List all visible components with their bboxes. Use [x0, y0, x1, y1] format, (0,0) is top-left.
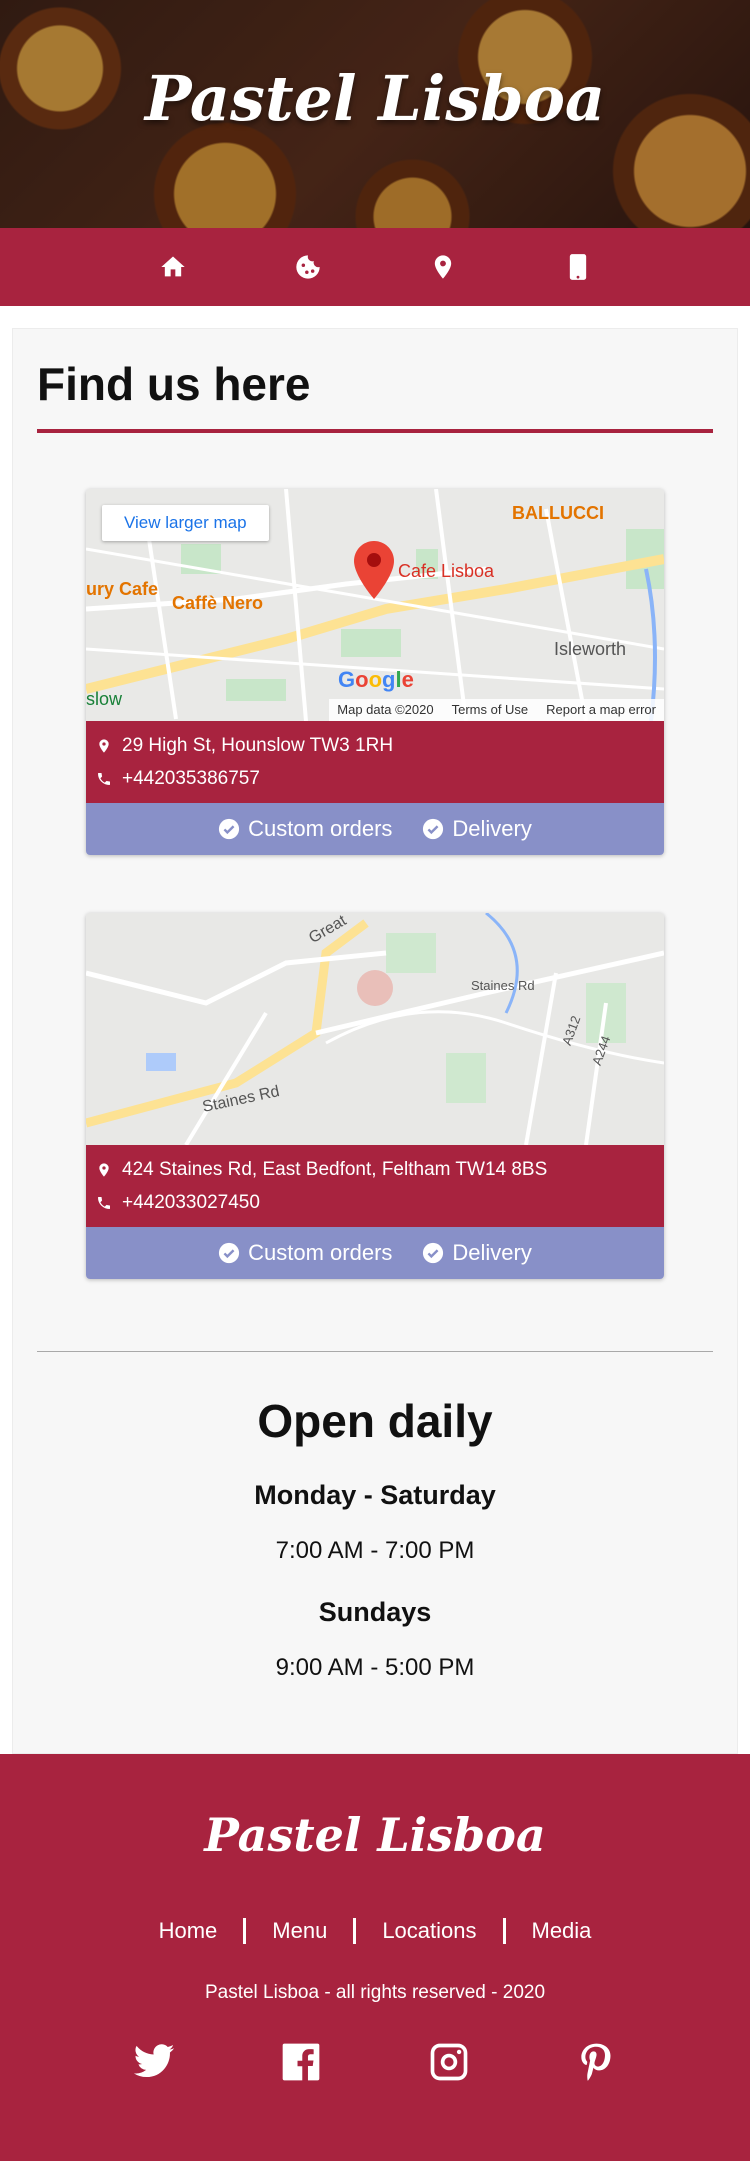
phone-icon [98, 1196, 110, 1209]
check-circle-icon [423, 1242, 444, 1264]
phone-line: +442033027450 [96, 1186, 654, 1219]
address-line: 29 High St, Hounslow TW3 1RH [96, 729, 654, 762]
hours-weekday-time: 7:00 AM - 7:00 PM [275, 1537, 475, 1564]
feature-label: Delivery [452, 816, 532, 841]
feature-label: Custom orders [248, 816, 393, 841]
check-circle-icon [219, 1242, 240, 1264]
map-road-label: Staines Rd [471, 978, 535, 993]
map-place-label: BALLUCCI [512, 503, 604, 523]
footer-link-home[interactable]: Home [133, 1918, 244, 1944]
map-place-label: Isleworth [554, 639, 627, 659]
twitter-icon[interactable] [132, 2040, 176, 2084]
feature-delivery: Delivery [422, 1240, 532, 1266]
address-text: 29 High St, Hounslow TW3 1RH [122, 734, 394, 756]
footer-link-media[interactable]: Media [506, 1918, 618, 1944]
location-pin-icon [99, 738, 109, 753]
main-nav [0, 228, 750, 306]
feature-label: Delivery [452, 1240, 532, 1265]
check-circle-icon [219, 818, 240, 840]
map-place-label: Caffè Nero [172, 593, 264, 613]
page-title: Find us here [37, 358, 311, 410]
hours-weekday-label: Monday - Saturday [254, 1480, 496, 1510]
report-map-error-link[interactable]: Report a map error [546, 702, 656, 718]
feature-custom-orders: Custom orders [218, 1240, 392, 1266]
instagram-icon[interactable] [427, 2040, 471, 2084]
social-links [0, 2040, 750, 2084]
pinterest-icon[interactable] [574, 2040, 618, 2084]
address-text: 424 Staines Rd, East Bedfont, Feltham TW… [122, 1158, 548, 1180]
map-embed[interactable]: View larger map BALLUCCI Caffè Nero ury … [86, 489, 664, 721]
terms-of-use-link[interactable]: Terms of Use [452, 702, 529, 718]
phone-line: +442035386757 [96, 762, 654, 795]
map-marker-icon [354, 541, 394, 599]
hours-title: Open daily [257, 1395, 493, 1447]
title-divider [37, 429, 713, 433]
features-bar: Custom orders Delivery [86, 803, 664, 855]
feature-delivery: Delivery [422, 816, 532, 842]
hours-sunday-label: Sundays [318, 1597, 432, 1627]
footer-link-menu[interactable]: Menu [246, 1918, 353, 1944]
phone-link[interactable]: +442035386757 [122, 768, 260, 790]
map-place-label: ury Cafe [86, 579, 159, 599]
copyright-text: Pastel Lisboa - all rights reserved - 20… [204, 1982, 546, 2003]
home-icon[interactable] [158, 252, 188, 282]
map-data-label: Map data ©2020 [337, 702, 434, 717]
main-content: Find us here View larger map BALLUCCI Ca… [12, 328, 738, 1754]
facebook-icon[interactable] [279, 2040, 323, 2084]
map-marker-label: Cafe Lisboa [398, 561, 495, 581]
hours-divider [37, 1351, 713, 1352]
phone-link[interactable]: +442033027450 [122, 1192, 260, 1214]
location-info: 29 High St, Hounslow TW3 1RH +4420353867… [86, 721, 664, 803]
footer-brand: Pastel Lisboa [204, 1808, 546, 1862]
view-larger-map-link[interactable]: View larger map [102, 505, 269, 541]
phone-icon [98, 772, 110, 785]
mobile-phone-icon[interactable] [563, 252, 593, 282]
site-footer: Pastel Lisboa Home Menu Locations Media … [0, 1754, 750, 2161]
map-attribution: Map data ©2020 Terms of Use Report a map… [329, 699, 664, 721]
footer-link-locations[interactable]: Locations [356, 1918, 502, 1944]
address-line: 424 Staines Rd, East Bedfont, Feltham TW… [96, 1153, 654, 1186]
cookie-icon[interactable] [293, 252, 323, 282]
features-bar: Custom orders Delivery [86, 1227, 664, 1279]
map-embed[interactable]: Staines Rd Staines Rd Great A312 A244 [86, 913, 664, 1145]
hours-sunday-time: 9:00 AM - 5:00 PM [275, 1654, 475, 1681]
brand-title: Pastel Lisboa [144, 62, 606, 135]
map-place-label: slow [86, 689, 123, 709]
location-card: Staines Rd Staines Rd Great A312 A244 42… [86, 913, 664, 1279]
location-card: View larger map BALLUCCI Caffè Nero ury … [86, 489, 664, 855]
feature-label: Custom orders [248, 1240, 393, 1265]
location-pin-icon [99, 1162, 109, 1177]
feature-custom-orders: Custom orders [218, 816, 392, 842]
location-pin-icon[interactable] [428, 252, 458, 282]
google-logo: Google [338, 667, 414, 692]
location-info: 424 Staines Rd, East Bedfont, Feltham TW… [86, 1145, 664, 1227]
check-circle-icon [423, 818, 444, 840]
hero-banner: Pastel Lisboa [0, 0, 750, 228]
footer-nav: Home Menu Locations Media [0, 1918, 750, 1944]
